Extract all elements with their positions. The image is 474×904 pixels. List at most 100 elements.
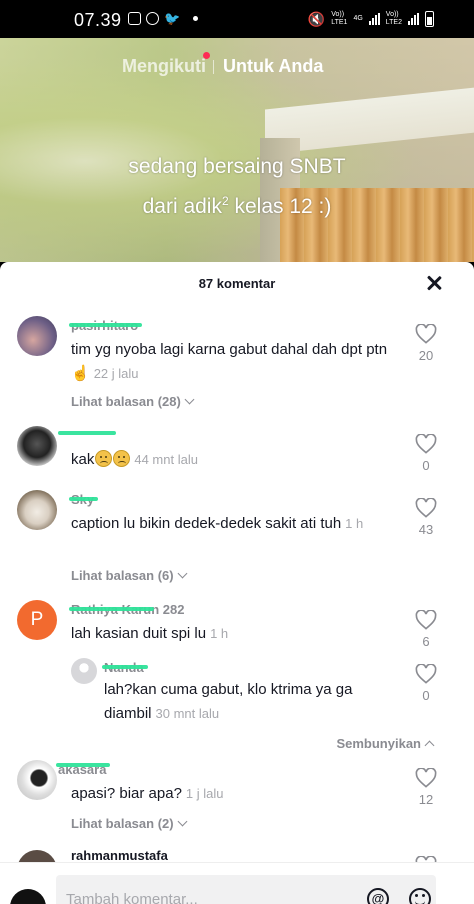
avatar[interactable]: [17, 316, 57, 356]
hide-label: Sembunyikan: [336, 736, 421, 751]
like-button[interactable]: 20: [415, 324, 437, 363]
comment-text: lah?kan cuma gabut, klo ktrima ya ga dia…: [104, 678, 404, 726]
replies-label: Lihat balasan (6): [71, 568, 174, 583]
like-count: 0: [422, 688, 430, 703]
comment-time: 30 mnt lalu: [155, 706, 220, 721]
emoji-icon[interactable]: [409, 888, 431, 904]
like-count: 12: [418, 792, 434, 807]
comment-text: caption lu bikin dedek-dedek sakit ati t…: [71, 512, 401, 536]
signal-icon: [368, 13, 380, 25]
comment-text: apasi? biar apa? 1 j lalu: [71, 782, 401, 806]
caption-text-end: kelas 12 :): [228, 195, 332, 218]
comment-time: 1 h: [345, 516, 364, 531]
comment-input[interactable]: Tambah komentar... @: [56, 875, 436, 904]
new-content-dot: [203, 52, 210, 59]
at-icon[interactable]: @: [367, 888, 389, 904]
comment-body: caption lu bikin dedek-dedek sakit ati t…: [71, 515, 342, 532]
view-replies-button[interactable]: Lihat balasan (6): [71, 568, 188, 583]
status-bar: 07.39 🐦 🔇 Vo)) LTE1 4G Vo)) LTE2: [0, 0, 474, 38]
close-icon[interactable]: [424, 273, 444, 293]
comment-username[interactable]: [58, 428, 116, 438]
comment-username[interactable]: rahmanmustafa: [71, 848, 168, 863]
avatar[interactable]: [71, 658, 97, 684]
video-caption: sedang bersaing SNBT dari adik2 kelas 12…: [0, 150, 474, 224]
heart-icon: [415, 610, 437, 630]
more-notifications-icon: [193, 16, 199, 21]
comment-input-bar: Tambah komentar... @: [0, 862, 474, 904]
sim2-label: Vo)) LTE2: [385, 11, 402, 26]
video-player[interactable]: Mengikuti Untuk Anda sedang bersaing SNB…: [0, 38, 474, 262]
caption-text: dari adik: [142, 195, 222, 218]
like-button[interactable]: 0: [415, 434, 437, 473]
network-type: 4G: [353, 15, 363, 22]
battery-icon: [425, 11, 434, 27]
like-count: 43: [418, 522, 434, 537]
comment-username[interactable]: Rathiya Karun 282: [69, 602, 184, 617]
mute-icon: 🔇: [307, 11, 326, 27]
chevron-up-icon: [424, 740, 435, 751]
comment-text: kak 44 mnt lalu: [71, 448, 401, 472]
heart-icon: [415, 434, 437, 454]
view-replies-button[interactable]: Lihat balasan (2): [71, 816, 188, 831]
like-button[interactable]: 0: [415, 664, 437, 703]
twitter-icon: 🐦: [164, 11, 181, 26]
username-text: rahmanmustafa: [71, 848, 168, 863]
like-count: 0: [422, 458, 430, 473]
avatar[interactable]: [17, 760, 57, 800]
view-replies-button[interactable]: Lihat balasan (28): [71, 394, 195, 409]
like-button[interactable]: 12: [415, 768, 437, 807]
like-count: 20: [418, 348, 434, 363]
chevron-down-icon: [184, 394, 195, 405]
comment-time: 44 mnt lalu: [134, 452, 198, 467]
comment-username[interactable]: Nanda: [102, 660, 148, 675]
gallery-icon: [128, 12, 141, 25]
avatar[interactable]: [17, 426, 57, 466]
comment-text: tim yg nyoba lagi karna gabut dahal dah …: [71, 338, 401, 386]
caption-superscript: 2: [221, 194, 229, 208]
comment-username[interactable]: Sky: [69, 492, 99, 507]
redaction-mark: [56, 763, 111, 767]
chevron-down-icon: [177, 816, 188, 827]
heart-icon: [415, 324, 437, 344]
redaction-mark: [69, 607, 155, 611]
replies-label: Lihat balasan (2): [71, 816, 174, 831]
comment-body: lah?kan cuma gabut, klo ktrima ya ga dia…: [104, 681, 353, 722]
caption-line-1: sedang bersaing SNBT: [128, 155, 346, 178]
comments-header: 87 komentar: [0, 262, 474, 306]
redaction-mark: [69, 323, 143, 327]
my-avatar[interactable]: [10, 889, 46, 904]
avatar[interactable]: P: [17, 600, 57, 640]
comment-username[interactable]: pasirhitaro: [69, 318, 143, 333]
heart-icon: [415, 768, 437, 788]
avatar[interactable]: [17, 490, 57, 530]
comment-input-placeholder: Tambah komentar...: [66, 891, 198, 904]
chevron-down-icon: [177, 568, 188, 579]
comment-body: apasi? biar apa?: [71, 785, 182, 802]
comments-sheet: 87 komentar pasirhitaro tim yg nyoba lag…: [0, 262, 474, 904]
tab-divider: [213, 60, 214, 74]
heart-icon: [415, 664, 437, 684]
like-button[interactable]: 6: [415, 610, 437, 649]
hide-replies-button[interactable]: Sembunyikan: [336, 736, 435, 751]
like-button[interactable]: 43: [415, 498, 437, 537]
tab-for-you[interactable]: Untuk Anda: [223, 56, 323, 77]
avatar-letter: P: [30, 609, 44, 630]
replies-label: Lihat balasan (28): [71, 394, 181, 409]
comment-count: 87 komentar: [198, 276, 276, 291]
redaction-mark: [69, 497, 99, 501]
comment-body: lah kasian duit spi lu: [71, 625, 207, 642]
tab-following[interactable]: Mengikuti: [122, 56, 206, 77]
heart-icon: [415, 498, 437, 518]
redaction-mark: [58, 431, 116, 435]
sad-emoji-icon: [95, 450, 113, 467]
comment-body: kak: [71, 451, 95, 468]
caption-line-2: dari adik2 kelas 12 :): [0, 184, 474, 224]
comment-text: lah kasian duit spi lu 1 h: [71, 622, 401, 646]
redaction-mark: [102, 665, 148, 669]
comment-time: 1 h: [210, 626, 229, 641]
status-time: 07.39: [74, 10, 122, 30]
comment-time: 1 j lalu: [185, 786, 224, 801]
comment-username[interactable]: akasara: [56, 762, 111, 777]
sim1-label: Vo)) LTE1: [331, 11, 348, 26]
like-count: 6: [422, 634, 430, 649]
